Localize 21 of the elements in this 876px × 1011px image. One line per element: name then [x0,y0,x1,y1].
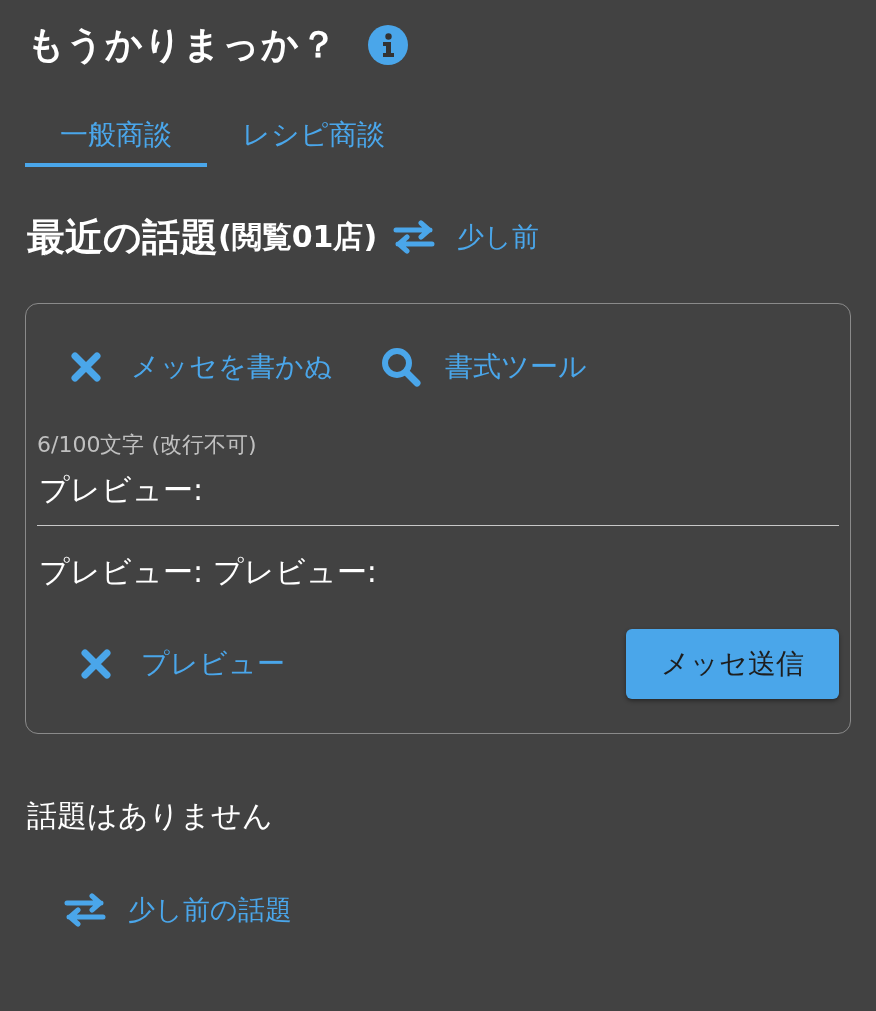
search-button[interactable]: 書式ツール [381,347,587,387]
close-button[interactable]: プレビュー [81,645,285,683]
message-input[interactable]: プレビュー: [37,466,839,526]
close-icon [81,649,111,679]
view-count: (閲覧01店) [218,218,378,256]
search-icon [381,347,421,387]
character-counter: 6/100文字 (改行不可) [37,431,258,459]
empty-message: 話題はありません [27,797,274,835]
send-button[interactable]: メッセ送信 [626,629,839,699]
close-button[interactable]: メッセを書かぬ [71,348,333,386]
tab[interactable]: レシピ商談 [207,106,420,167]
tab[interactable]: 一般商談 [25,106,207,167]
swap-arrows-icon [64,893,106,927]
info-icon[interactable] [368,25,408,65]
preview-text: プレビュー: プレビュー: [38,553,378,591]
app-title: もうかりまっか？ [27,22,338,68]
swap-link[interactable]: 少し前 [393,219,540,255]
swap-arrows-icon [393,220,436,254]
close-icon [71,352,101,382]
section-title: 最近の話題 [27,215,218,259]
older-topics-link[interactable]: 少し前の話題 [64,892,292,928]
